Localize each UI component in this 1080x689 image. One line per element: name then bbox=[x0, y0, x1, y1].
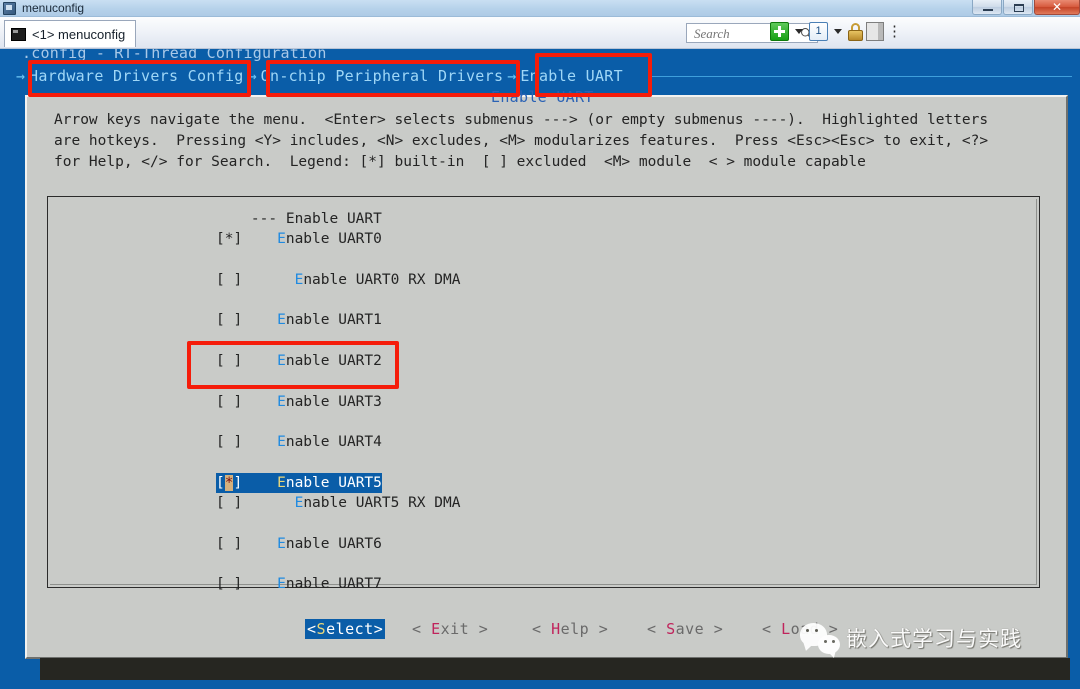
window-title: menuconfig bbox=[22, 1, 85, 15]
menu-list-panel: --- Enable UART [*] Enable UART0 [ ] Enabl… bbox=[47, 196, 1040, 592]
breadcrumb-arrow-0: → bbox=[16, 67, 26, 85]
menu-header: --- Enable UART bbox=[216, 211, 382, 227]
menu-item-nable-uart0-rx-dma[interactable]: [ ] Enable UART0 RX DMA bbox=[216, 270, 460, 290]
menu-rows: --- Enable UART [*] Enable UART0 [ ] Enabl… bbox=[216, 209, 460, 615]
lock-icon[interactable] bbox=[848, 22, 863, 41]
help-line-2: are hotkeys. Pressing <Y> includes, <N> … bbox=[54, 133, 989, 149]
chevron-down-icon[interactable] bbox=[795, 29, 803, 34]
menu-item-nable-uart4[interactable]: [ ] Enable UART4 bbox=[216, 432, 460, 452]
breadcrumb-item-on-chip-peripheral-drivers[interactable]: On-chip Peripheral Drivers bbox=[261, 67, 504, 85]
dialog-subtitle: Enable UART bbox=[491, 88, 594, 106]
help-text: Arrow keys navigate the menu. <Enter> se… bbox=[54, 110, 1054, 173]
breadcrumb-rule bbox=[652, 76, 1072, 77]
new-session-icon[interactable] bbox=[770, 22, 789, 41]
breadcrumb: → Hardware Drivers Config → On-chip Peri… bbox=[12, 67, 623, 85]
config-title: .config - RT-Thread Configuration bbox=[22, 49, 327, 62]
menu-item-nable-uart1[interactable]: [ ] Enable UART1 bbox=[216, 310, 460, 330]
button-xit[interactable]: < Exit > bbox=[412, 620, 488, 638]
breadcrumb-item-enable-uart[interactable]: Enable UART bbox=[520, 67, 623, 85]
help-line-3: for Help, </> for Search. Legend: [*] bu… bbox=[54, 154, 866, 170]
breadcrumb-arrow-1: → bbox=[247, 67, 257, 85]
menu-item-nable-uart5[interactable]: [*] Enable UART5 bbox=[216, 472, 382, 494]
tab-menuconfig[interactable]: <1> menuconfig bbox=[4, 20, 137, 47]
terminal-icon bbox=[11, 27, 26, 41]
menu-icon[interactable]: ⋮ bbox=[887, 23, 902, 41]
bottom-dark-strip bbox=[40, 658, 1070, 680]
menu-list-inner bbox=[50, 199, 1037, 585]
button-ave[interactable]: < Save > bbox=[647, 620, 723, 638]
tab-label: <1> menuconfig bbox=[32, 26, 126, 42]
menu-item-nable-uart3[interactable]: [ ] Enable UART3 bbox=[216, 392, 460, 412]
app-icon bbox=[3, 2, 16, 15]
window-controls: ✕ bbox=[971, 0, 1080, 16]
menu-item-nable-uart7[interactable]: [ ] Enable UART7 bbox=[216, 574, 460, 594]
help-line-1: Arrow keys navigate the menu. <Enter> se… bbox=[54, 112, 989, 128]
layout-panel-icon[interactable] bbox=[866, 22, 884, 41]
toolbar-icons: 1 ⋮ bbox=[770, 22, 902, 41]
menu-item-nable-uart0[interactable]: [*] Enable UART0 bbox=[216, 229, 460, 249]
button-oad[interactable]: < Load > bbox=[762, 620, 838, 638]
breadcrumb-item-hardware-drivers-config[interactable]: Hardware Drivers Config bbox=[29, 67, 244, 85]
menu-item-nable-uart2[interactable]: [ ] Enable UART2 bbox=[216, 351, 460, 371]
button-elp[interactable]: < Help > bbox=[532, 620, 608, 638]
minimize-button[interactable] bbox=[972, 0, 1002, 15]
breadcrumb-arrow-2: → bbox=[507, 67, 517, 85]
tab-strip: <1> menuconfig 1 ⋮ bbox=[0, 17, 1080, 49]
close-icon: ✕ bbox=[1051, 0, 1063, 14]
window-titlebar: menuconfig ✕ bbox=[0, 0, 1080, 17]
button-elect[interactable]: <Select> bbox=[305, 619, 386, 639]
button-bar: <Select> < Exit > < Help > < Save > < Load > bbox=[47, 612, 1040, 646]
close-button[interactable]: ✕ bbox=[1034, 0, 1080, 15]
window-list-icon[interactable]: 1 bbox=[809, 22, 828, 41]
chevron-down-icon-2[interactable] bbox=[834, 29, 842, 34]
menu-item-nable-uart5-rx-dma[interactable]: [ ] Enable UART5 RX DMA bbox=[216, 493, 460, 513]
menuconfig-window: Arrow keys navigate the menu. <Enter> se… bbox=[25, 95, 1068, 659]
maximize-button[interactable] bbox=[1003, 0, 1033, 15]
menu-item-nable-uart6[interactable]: [ ] Enable UART6 bbox=[216, 534, 460, 554]
menuconfig-screenshot: menuconfig ✕ <1> menuconfig 1 ⋮ bbox=[0, 0, 1080, 689]
